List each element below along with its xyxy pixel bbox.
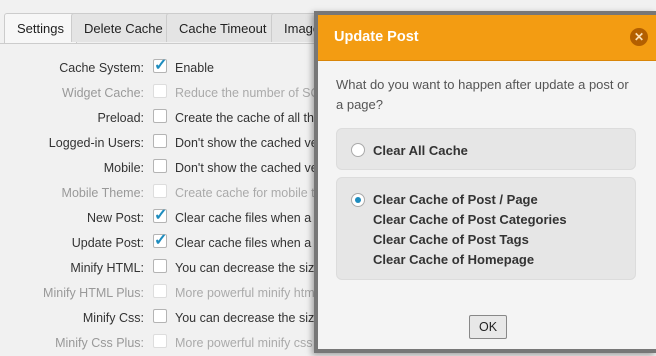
setting-description: You can decrease the size o [175,261,332,275]
setting-description: Clear cache files when a po [175,211,329,225]
update-post-dialog: Update Post ✕ What do you want to happen… [314,11,656,353]
setting-description: Clear cache files when a po [175,236,329,250]
setting-row-mobile-theme: Mobile Theme: Create cache for mobile th… [0,181,330,206]
setting-row-logged-in-users: Logged-in Users: Don't show the cached v… [0,131,330,156]
setting-label: Mobile Theme: [61,186,144,200]
setting-row-widget-cache: Widget Cache: Reduce the number of SQL [0,81,330,106]
setting-description: Reduce the number of SQL [175,86,328,100]
setting-label: Logged-in Users: [48,136,144,150]
setting-description: You can decrease the size o [175,311,332,325]
setting-description: Don't show the cached vers [175,136,329,150]
option-line: Clear Cache of Post Tags [373,232,529,247]
setting-label: Minify HTML Plus: [43,286,144,300]
option-line: Clear Cache of Post / Page [373,192,538,207]
tab-cache-timeout[interactable]: Cache Timeout [166,13,280,42]
setting-label: Widget Cache: [62,86,144,100]
setting-description: Create the cache of all the s [175,111,331,125]
logged-in-users-checkbox[interactable] [153,134,167,148]
close-icon[interactable]: ✕ [630,28,648,46]
option-clear-all-cache[interactable]: Clear All Cache [336,128,636,170]
setting-label: New Post: [87,211,144,225]
tab-settings[interactable]: Settings [4,13,77,44]
setting-row-mobile: Mobile: Don't show the cached vers [0,156,330,181]
mobile-theme-checkbox[interactable] [153,184,167,198]
option-clear-post-cache[interactable]: Clear Cache of Post / Page Clear Cache o… [336,177,636,280]
clear-all-cache-radio[interactable] [351,143,365,157]
dialog-header: Update Post ✕ [318,15,656,61]
setting-row-new-post: New Post: ✓ Clear cache files when a po [0,206,330,231]
setting-row-update-post: Update Post: ✓ Clear cache files when a … [0,231,330,256]
minify-css-checkbox[interactable] [153,309,167,323]
setting-label: Cache System: [59,61,144,75]
update-post-checkbox[interactable]: ✓ [153,232,167,249]
checkmark-icon: ✓ [154,57,168,74]
dialog-title: Update Post [334,29,419,45]
setting-label: Update Post: [71,236,144,250]
mobile-checkbox[interactable] [153,159,167,173]
option-line: Clear Cache of Post Categories [373,212,567,227]
setting-row-cache-system: Cache System: ✓ Enable [0,56,330,81]
setting-label: Mobile: [103,161,144,175]
setting-row-minify-html: Minify HTML: You can decrease the size o [0,256,332,281]
option-line: Clear Cache of Homepage [373,252,535,267]
minify-html-plus-checkbox[interactable] [153,284,167,298]
option-label: Clear All Cache [373,143,468,158]
minify-css-plus-checkbox[interactable] [153,334,167,348]
checkmark-icon: ✓ [154,232,168,249]
setting-label: Minify HTML: [70,261,144,275]
ok-button[interactable]: OK [469,315,507,339]
setting-description: More powerful minify css [175,336,313,350]
preload-checkbox[interactable] [153,109,167,123]
clear-post-cache-radio[interactable] [351,193,365,207]
radio-selected-dot [355,197,361,203]
checkmark-icon: ✓ [154,207,168,224]
cache-system-checkbox[interactable]: ✓ [153,57,167,74]
setting-row-minify-css: Minify Css: You can decrease the size o [0,306,332,331]
widget-cache-checkbox[interactable] [153,84,167,98]
setting-description: Create cache for mobile the [175,186,329,200]
setting-label: Minify Css Plus: [55,336,144,350]
setting-description: Enable [175,61,214,75]
setting-label: Preload: [97,111,144,125]
setting-description: More powerful minify html [175,286,318,300]
setting-label: Minify Css: [82,311,144,325]
tab-delete-cache[interactable]: Delete Cache [71,13,176,42]
setting-row-preload: Preload: Create the cache of all the s [0,106,331,131]
minify-html-checkbox[interactable] [153,259,167,273]
setting-description: Don't show the cached vers [175,161,329,175]
setting-row-minify-html-plus: Minify HTML Plus: More powerful minify h… [0,281,330,306]
new-post-checkbox[interactable]: ✓ [153,207,167,224]
setting-row-minify-css-plus: Minify Css Plus: More powerful minify cs… [0,331,330,356]
dialog-question: What do you want to happen after update … [336,77,629,112]
